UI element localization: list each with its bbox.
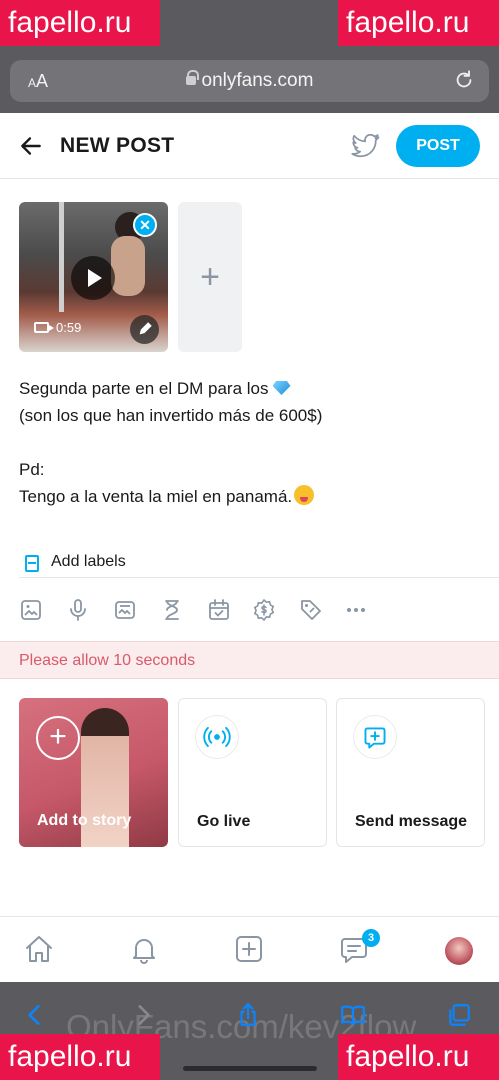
watermark-top-right: fapello.ru — [338, 0, 499, 46]
new-post-header: NEW POST POST — [0, 113, 499, 179]
tag-icon[interactable] — [299, 598, 323, 622]
bottom-navigation: 3 — [0, 916, 499, 982]
address-bar[interactable]: AA onlyfans.com — [10, 60, 489, 102]
pencil-icon — [139, 322, 152, 335]
twitter-icon[interactable] — [351, 133, 381, 159]
image-icon[interactable] — [19, 598, 43, 622]
caption-line-3 — [19, 429, 322, 456]
add-to-story-label: Add to story — [37, 812, 132, 829]
more-icon[interactable] — [344, 598, 368, 622]
vault-icon[interactable] — [113, 598, 137, 622]
watermark-bottom-right: fapello.ru — [338, 1034, 499, 1080]
go-live-label: Go live — [197, 813, 251, 830]
post-caption[interactable]: Segunda parte en el DM para los (son los… — [19, 375, 322, 510]
video-thumbnail[interactable]: ✕ 0:59 — [19, 202, 168, 352]
add-labels-text: Add labels — [51, 553, 126, 570]
add-media-button[interactable]: + — [178, 202, 242, 352]
broadcast-icon — [195, 715, 239, 759]
back-arrow-icon[interactable] — [18, 133, 44, 159]
watermark-bottom-left: fapello.ru — [0, 1034, 160, 1080]
hourglass-icon[interactable] — [160, 598, 184, 622]
avatar[interactable] — [445, 937, 473, 965]
diamond-emoji — [272, 381, 291, 395]
bookmarks-icon[interactable] — [340, 1002, 366, 1028]
go-live-card[interactable]: Go live — [178, 698, 327, 847]
plus-icon: + — [200, 258, 220, 296]
send-message-label: Send message — [355, 813, 468, 830]
add-message-icon — [353, 715, 397, 759]
watermark-top-left: fapello.ru — [0, 0, 160, 46]
processing-notice: Please allow 10 seconds — [0, 641, 499, 679]
video-camera-icon — [34, 322, 54, 333]
plus-icon: + — [36, 716, 80, 760]
page-title: NEW POST — [60, 134, 175, 157]
label-icon — [25, 555, 39, 572]
price-icon[interactable] — [252, 598, 276, 622]
winking-tongue-emoji — [294, 485, 315, 505]
notice-text: Please allow 10 seconds — [19, 652, 196, 669]
edit-media-button[interactable] — [130, 315, 159, 344]
home-icon[interactable] — [23, 933, 55, 965]
browser-back-icon[interactable] — [22, 1002, 48, 1028]
reload-icon[interactable] — [453, 69, 475, 91]
calendar-icon[interactable] — [207, 598, 231, 622]
caption-line-4: Pd: — [19, 460, 45, 479]
add-to-story-card[interactable]: + Add to story — [19, 698, 168, 847]
send-message-card[interactable]: Send message — [336, 698, 485, 847]
caption-line-5: Tengo a la venta la miel en panamá. — [19, 487, 293, 506]
microphone-icon[interactable] — [66, 598, 90, 622]
play-icon[interactable] — [71, 256, 115, 300]
tabs-icon[interactable] — [446, 1002, 472, 1028]
share-icon[interactable] — [235, 1002, 261, 1028]
home-indicator — [183, 1066, 317, 1071]
messages-badge: 3 — [362, 929, 380, 947]
post-button[interactable]: POST — [396, 125, 480, 167]
browser-forward-icon[interactable] — [130, 1002, 156, 1028]
video-duration: 0:59 — [56, 320, 82, 335]
add-labels-row[interactable]: Add labels — [19, 548, 499, 578]
caption-line-1: Segunda parte en el DM para los — [19, 379, 269, 398]
add-post-icon[interactable] — [233, 933, 265, 965]
post-toolbar — [19, 596, 379, 626]
remove-media-icon[interactable]: ✕ — [133, 213, 157, 237]
caption-line-2: (son los que han invertido más de 600$) — [19, 406, 323, 425]
lock-icon — [185, 70, 199, 85]
notifications-bell-icon[interactable] — [128, 933, 160, 965]
url-text: onlyfans.com — [201, 70, 314, 91]
